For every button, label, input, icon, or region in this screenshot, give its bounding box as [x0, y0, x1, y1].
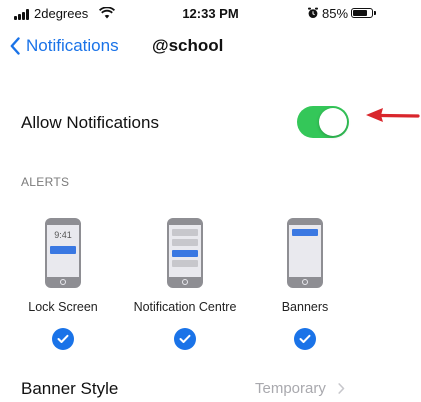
- checkmark-icon: [174, 328, 196, 350]
- chevron-right-icon: [338, 383, 345, 394]
- banners-preview-icon: [287, 218, 323, 288]
- checkmark-icon: [52, 328, 74, 350]
- allow-notifications-row: Allow Notifications: [0, 103, 421, 143]
- preview-time: 9:41: [54, 230, 72, 240]
- alert-option-label: Banners: [281, 300, 329, 314]
- alert-option-banners[interactable]: Banners: [240, 218, 370, 358]
- toggle-knob: [319, 108, 347, 136]
- allow-notifications-toggle[interactable]: [297, 106, 349, 138]
- battery-icon: [351, 8, 376, 18]
- chevron-left-icon: [10, 37, 20, 55]
- alarm-icon: [307, 6, 319, 24]
- page-title: @school: [152, 36, 224, 55]
- back-button[interactable]: Notifications: [10, 36, 119, 56]
- alert-option-label: Lock Screen: [28, 300, 98, 314]
- red-arrow-icon: [366, 108, 420, 122]
- alert-option-lock-screen[interactable]: 9:41 Lock Screen: [0, 218, 128, 358]
- alerts-section-header: ALERTS: [21, 175, 70, 189]
- alert-option-label: Notification Centre: [133, 300, 237, 314]
- notification-centre-preview-icon: [167, 218, 203, 288]
- banner-style-row[interactable]: Banner Style Temporary: [0, 373, 421, 402]
- back-label: Notifications: [26, 36, 119, 55]
- banner-style-value: Temporary: [255, 380, 326, 397]
- alert-option-notification-centre[interactable]: Notification Centre: [120, 218, 250, 358]
- status-bar: 2degrees 12:33 PM 85%: [0, 0, 421, 26]
- allow-notifications-label: Allow Notifications: [21, 113, 159, 132]
- battery-percent: 85%: [322, 6, 349, 21]
- lock-screen-preview-icon: 9:41: [45, 218, 81, 288]
- nav-bar: Notifications @school: [0, 26, 421, 66]
- banner-style-label: Banner Style: [21, 379, 119, 398]
- checkmark-icon: [294, 328, 316, 350]
